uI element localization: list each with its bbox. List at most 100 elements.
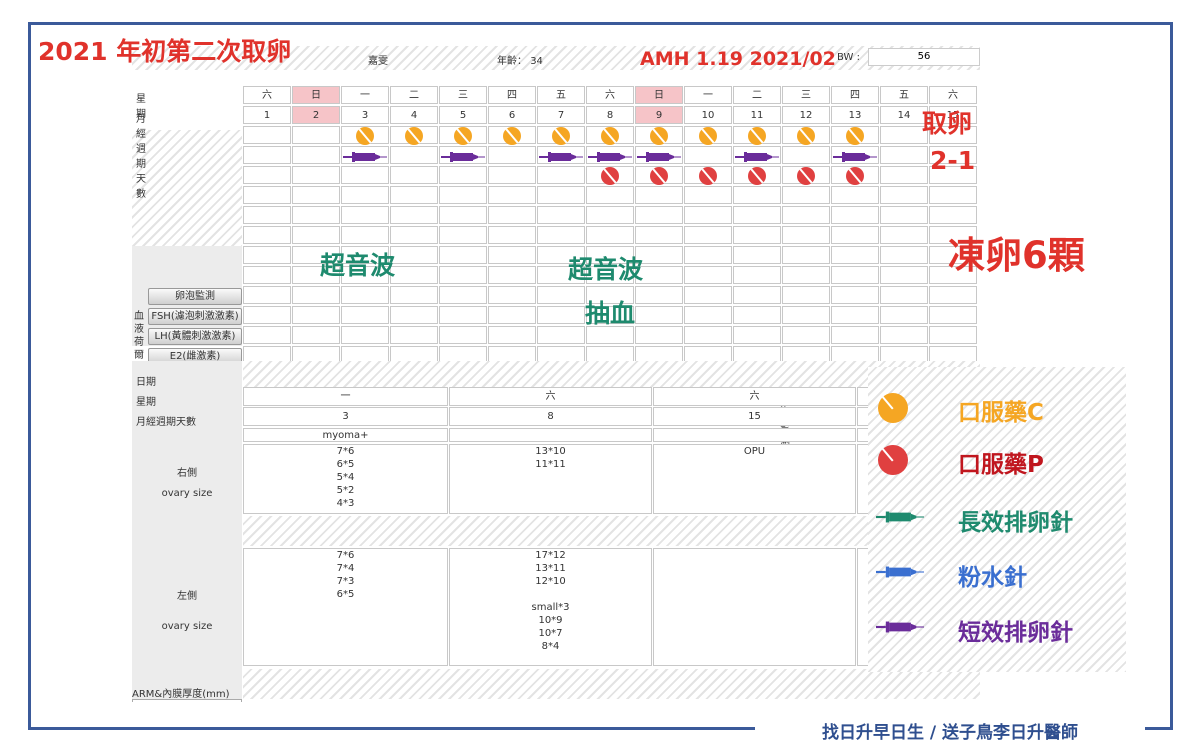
calendar-cell[interactable] (782, 246, 830, 264)
calendar-cell[interactable]: 1 (243, 106, 291, 124)
calendar-cell[interactable] (782, 226, 830, 244)
calendar-cell[interactable] (292, 306, 340, 324)
calendar-cell[interactable] (635, 206, 683, 224)
calendar-cell[interactable] (390, 266, 438, 284)
calendar-cell[interactable] (880, 306, 928, 324)
calendar-cell[interactable]: 四 (488, 86, 536, 104)
calendar-cell[interactable] (684, 286, 732, 304)
calendar-cell[interactable] (782, 326, 830, 344)
calendar-cell[interactable] (831, 206, 879, 224)
calendar-cell[interactable] (537, 286, 585, 304)
calendar-cell[interactable]: 五 (537, 86, 585, 104)
calendar-cell[interactable] (782, 186, 830, 204)
calendar-cell[interactable] (831, 266, 879, 284)
calendar-cell[interactable] (439, 166, 487, 184)
calendar-cell[interactable] (439, 306, 487, 324)
calendar-cell[interactable] (635, 326, 683, 344)
us-right-ovary-cell[interactable]: OPU (653, 444, 856, 514)
calendar-cell[interactable] (684, 306, 732, 324)
us-cycle-cell[interactable]: 3 (243, 407, 448, 426)
calendar-cell[interactable]: 一 (684, 86, 732, 104)
calendar-cell[interactable] (684, 206, 732, 224)
calendar-cell[interactable]: 三 (439, 86, 487, 104)
calendar-cell[interactable] (439, 206, 487, 224)
calendar-cell[interactable]: 二 (733, 86, 781, 104)
calendar-cell[interactable] (243, 286, 291, 304)
calendar-cell[interactable] (390, 326, 438, 344)
calendar-cell[interactable] (635, 286, 683, 304)
calendar-cell[interactable] (292, 146, 340, 164)
calendar-cell[interactable]: 六 (929, 86, 977, 104)
calendar-cell[interactable]: 14 (880, 106, 928, 124)
calendar-cell[interactable] (880, 246, 928, 264)
us-note-cell[interactable] (653, 428, 856, 442)
calendar-cell[interactable] (243, 146, 291, 164)
calendar-cell[interactable]: 五 (880, 86, 928, 104)
calendar-cell[interactable] (439, 286, 487, 304)
calendar-cell[interactable] (733, 266, 781, 284)
calendar-cell[interactable] (488, 226, 536, 244)
calendar-cell[interactable]: 6 (488, 106, 536, 124)
calendar-cell[interactable] (684, 266, 732, 284)
calendar-cell[interactable] (733, 286, 781, 304)
calendar-cell[interactable] (488, 326, 536, 344)
calendar-cell[interactable] (537, 166, 585, 184)
calendar-cell[interactable] (831, 226, 879, 244)
calendar-cell[interactable]: 四 (831, 86, 879, 104)
hormone-button[interactable]: LH(黃體刺激激素) (148, 328, 242, 345)
calendar-cell[interactable] (880, 326, 928, 344)
calendar-cell[interactable] (831, 186, 879, 204)
hormone-button[interactable]: FSH(濾泡刺激激素) (148, 308, 242, 325)
calendar-cell[interactable]: 2 (292, 106, 340, 124)
calendar-cell[interactable]: 六 (586, 86, 634, 104)
calendar-cell[interactable] (488, 166, 536, 184)
calendar-cell[interactable] (880, 226, 928, 244)
calendar-cell[interactable] (929, 326, 977, 344)
calendar-cell[interactable] (390, 306, 438, 324)
calendar-cell[interactable] (341, 226, 389, 244)
calendar-cell[interactable] (782, 286, 830, 304)
calendar-cell[interactable]: 4 (390, 106, 438, 124)
calendar-cell[interactable]: 3 (341, 106, 389, 124)
calendar-cell[interactable]: 二 (390, 86, 438, 104)
calendar-cell[interactable] (488, 146, 536, 164)
calendar-cell[interactable] (831, 326, 879, 344)
calendar-cell[interactable] (243, 326, 291, 344)
calendar-cell[interactable] (488, 286, 536, 304)
calendar-cell[interactable] (684, 146, 732, 164)
calendar-cell[interactable]: 日 (635, 86, 683, 104)
calendar-cell[interactable] (537, 206, 585, 224)
calendar-cell[interactable] (390, 226, 438, 244)
calendar-cell[interactable] (537, 226, 585, 244)
calendar-cell[interactable] (243, 126, 291, 144)
calendar-cell[interactable] (782, 306, 830, 324)
calendar-cell[interactable] (880, 286, 928, 304)
calendar-cell[interactable]: 六 (243, 86, 291, 104)
calendar-cell[interactable] (439, 186, 487, 204)
calendar-cell[interactable]: 10 (684, 106, 732, 124)
calendar-cell[interactable] (782, 266, 830, 284)
calendar-cell[interactable] (390, 286, 438, 304)
arm-input[interactable] (132, 699, 242, 702)
calendar-cell[interactable] (439, 226, 487, 244)
calendar-cell[interactable]: 7 (537, 106, 585, 124)
calendar-cell[interactable] (390, 186, 438, 204)
calendar-cell[interactable] (880, 146, 928, 164)
us-weekday-cell[interactable]: 六 (653, 387, 856, 406)
calendar-cell[interactable] (880, 266, 928, 284)
calendar-cell[interactable] (243, 246, 291, 264)
calendar-cell[interactable] (537, 186, 585, 204)
calendar-cell[interactable] (292, 166, 340, 184)
calendar-cell[interactable] (341, 186, 389, 204)
calendar-cell[interactable] (782, 146, 830, 164)
calendar-cell[interactable] (831, 286, 879, 304)
calendar-cell[interactable] (243, 166, 291, 184)
us-left-ovary-cell[interactable]: 7*6 7*4 7*3 6*5 (243, 548, 448, 666)
calendar-cell[interactable] (488, 246, 536, 264)
calendar-cell[interactable] (439, 266, 487, 284)
calendar-cell[interactable] (390, 246, 438, 264)
calendar-cell[interactable] (292, 326, 340, 344)
calendar-cell[interactable] (733, 206, 781, 224)
calendar-cell[interactable] (586, 226, 634, 244)
calendar-cell[interactable]: 13 (831, 106, 879, 124)
